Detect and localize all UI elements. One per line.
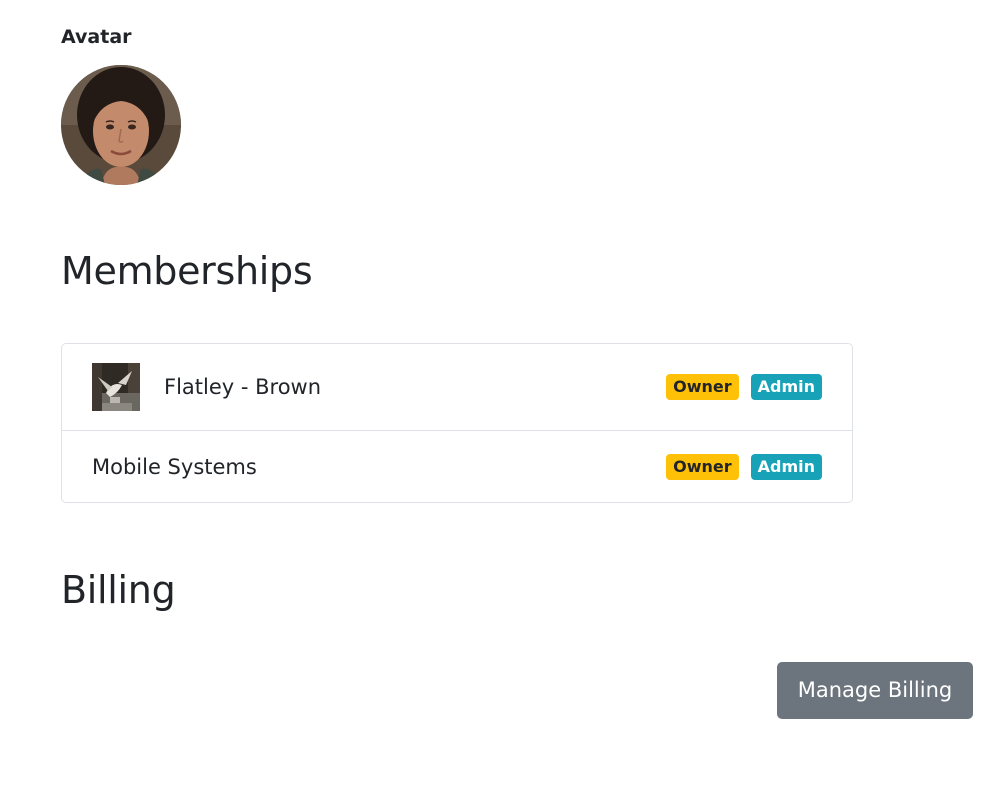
- owner-badge: Owner: [666, 453, 739, 480]
- billing-heading: Billing: [61, 568, 176, 612]
- role-badges: Owner Admin: [666, 374, 822, 400]
- membership-item[interactable]: Flatley - Brown Owner Admin: [62, 344, 852, 430]
- team-name: Mobile Systems: [92, 454, 257, 479]
- avatar: [61, 65, 181, 185]
- team-thumbnail: [92, 363, 140, 411]
- memberships-heading: Memberships: [61, 249, 313, 293]
- membership-list: Flatley - Brown Owner Admin Mobile Syste…: [61, 343, 853, 503]
- admin-badge: Admin: [750, 453, 822, 480]
- team-name: Flatley - Brown: [164, 375, 322, 399]
- membership-item[interactable]: Mobile Systems Owner Admin: [62, 430, 852, 502]
- admin-badge: Admin: [750, 374, 822, 400]
- role-badges: Owner Admin: [666, 453, 822, 480]
- manage-billing-button[interactable]: Manage Billing: [777, 662, 973, 719]
- owner-badge: Owner: [666, 374, 739, 400]
- avatar-label: Avatar: [61, 26, 132, 48]
- avatar-photo: [61, 65, 181, 185]
